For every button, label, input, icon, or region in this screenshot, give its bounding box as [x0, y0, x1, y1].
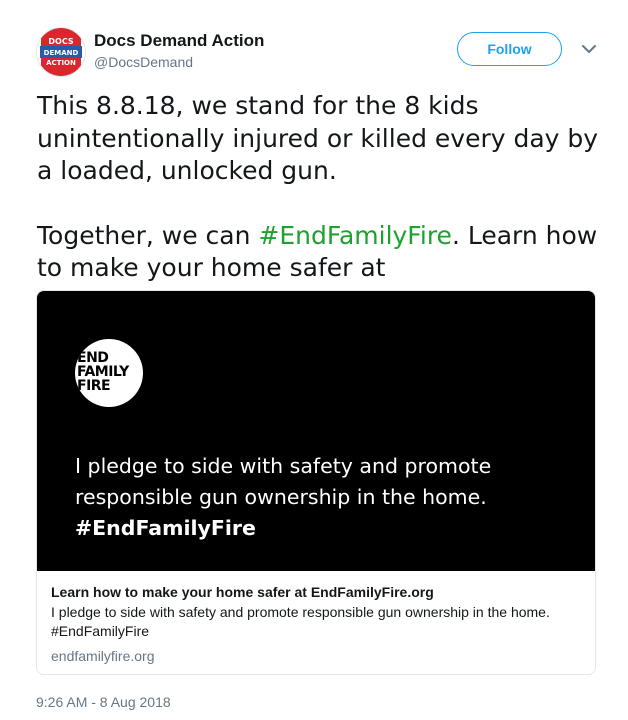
card-body[interactable]: Learn how to make your home safer at End… [37, 571, 595, 665]
card-image[interactable]: END FAMILY FIRE I pledge to side with sa… [37, 291, 595, 571]
display-name[interactable]: Docs Demand Action [94, 31, 264, 51]
end-family-fire-logo: END FAMILY FIRE [75, 339, 143, 407]
card-description: I pledge to side with safety and promote… [51, 604, 550, 639]
tweet-header: DOCS DEMAND ACTION Docs Demand Action @D… [0, 0, 628, 90]
chevron-down-icon[interactable] [580, 42, 598, 56]
svg-text:DEMAND: DEMAND [44, 49, 79, 57]
svg-text:DOCS: DOCS [48, 37, 73, 46]
pledge-text: I pledge to side with safety and promote… [75, 454, 492, 509]
svg-text:ACTION: ACTION [46, 59, 76, 67]
docs-demand-action-logo: DOCS DEMAND ACTION [37, 28, 85, 76]
logo-line: FAMILY [77, 364, 129, 380]
tweet-paragraph-2: Together, we can #EndFamilyFire. Learn h… [37, 220, 607, 285]
tweet-text: This 8.8.18, we stand for the 8 kids uni… [37, 90, 607, 285]
logo-line: FIRE [77, 378, 111, 394]
logo-line: END [77, 350, 109, 366]
card-domain: endfamilyfire.org [51, 648, 155, 664]
hashtag-link[interactable]: #EndFamilyFire [258, 221, 452, 250]
tweet-text-segment: Together, we can [37, 220, 259, 250]
card-image-text: I pledge to side with safety and promote… [75, 451, 575, 544]
avatar[interactable]: DOCS DEMAND ACTION [36, 27, 86, 77]
tweet-paragraph-1: This 8.8.18, we stand for the 8 kids uni… [37, 91, 599, 185]
tweet-timestamp[interactable]: 9:26 AM - 8 Aug 2018 [36, 694, 171, 710]
follow-button[interactable]: Follow [457, 32, 562, 66]
account-handle[interactable]: @DocsDemand [94, 54, 193, 70]
card-title: Learn how to make your home safer at End… [51, 584, 434, 600]
pledge-hashtag: #EndFamilyFire [75, 516, 256, 540]
link-card[interactable]: END FAMILY FIRE I pledge to side with sa… [36, 290, 596, 675]
